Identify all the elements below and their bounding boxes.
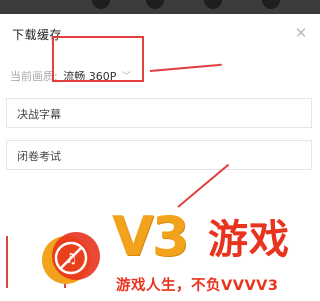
- watermark-slogan: 游戏人生，不负VVVV3: [116, 278, 279, 294]
- annotation-highlight-box: [52, 36, 144, 82]
- list-item[interactable]: 决战字幕: [6, 98, 312, 128]
- video-title: 闭卷考试: [17, 150, 61, 163]
- coin-icon: [146, 0, 164, 9]
- video-title: 决战字幕: [17, 108, 61, 121]
- thumb-down-icon: [92, 0, 110, 9]
- star-icon: [204, 0, 222, 9]
- background-toolbar: [0, 0, 320, 14]
- watermark-brand: V3: [112, 205, 189, 268]
- close-icon[interactable]: ✕: [292, 24, 310, 42]
- list-item[interactable]: 闭卷考试: [6, 140, 312, 170]
- watermark-brand-suffix: 游戏: [208, 217, 290, 263]
- svg-text:♫: ♫: [65, 251, 78, 267]
- music-note-ban-logo: ♫: [42, 232, 100, 284]
- quality-label: 当前画质:: [10, 70, 58, 83]
- share-icon: [262, 0, 280, 9]
